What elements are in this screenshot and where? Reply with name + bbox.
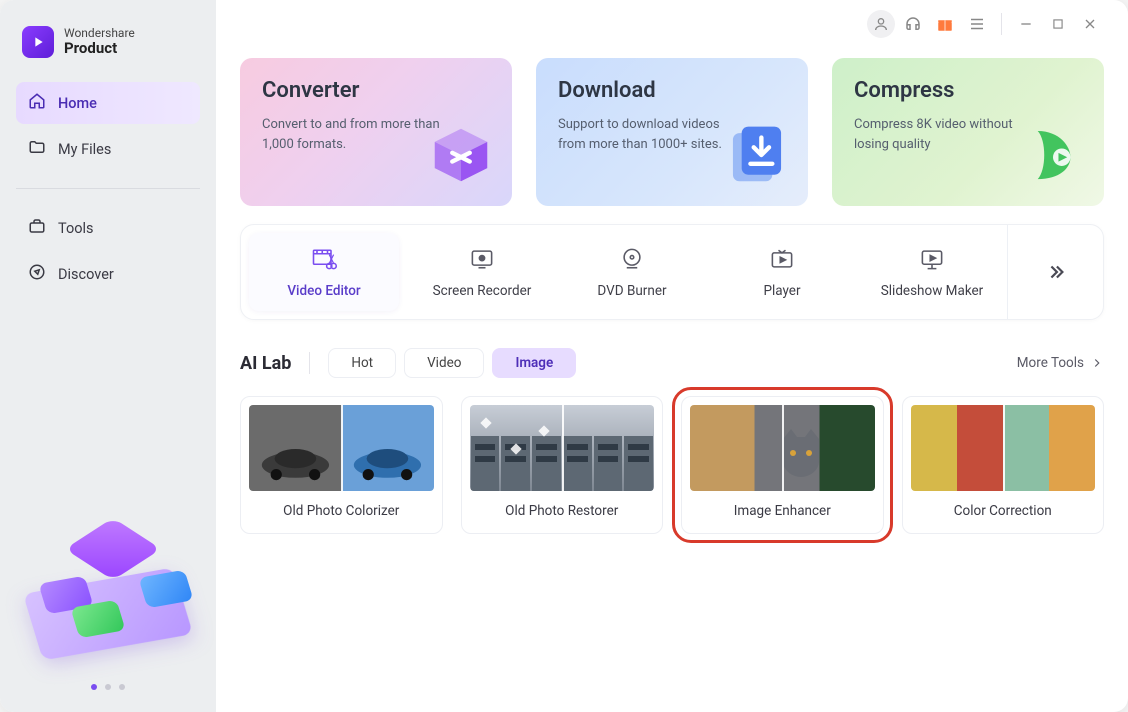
card-old-photo-restorer[interactable]: Old Photo Restorer: [461, 396, 664, 534]
menu-icon[interactable]: [963, 10, 991, 38]
card-thumb: [690, 405, 875, 491]
topbar-divider: [1001, 13, 1002, 35]
more-tools-label: More Tools: [1017, 355, 1084, 371]
converter-icon: [426, 120, 496, 194]
brand-logo-icon: [22, 26, 54, 58]
sidebar-nav: Home My Files Tools Discover: [16, 82, 200, 295]
card-label: Old Photo Restorer: [462, 491, 663, 533]
sidebar-item-tools[interactable]: Tools: [16, 207, 200, 249]
pager-dot[interactable]: [119, 684, 125, 690]
topbar: [240, 0, 1104, 48]
sidebar-pager[interactable]: [16, 684, 200, 690]
promo-title: Download: [558, 78, 786, 103]
brand-text: Wondershare Product: [64, 27, 135, 57]
card-color-correction[interactable]: Color Correction: [902, 396, 1105, 534]
main-content: Converter Convert to and from more than …: [216, 0, 1128, 712]
ailab-divider: [309, 352, 310, 374]
tool-dvd-burner[interactable]: DVD Burner: [557, 225, 707, 319]
promo-title: Converter: [262, 78, 490, 103]
maximize-button[interactable]: [1044, 10, 1072, 38]
sidebar-divider: [16, 188, 200, 189]
folder-icon: [28, 138, 46, 160]
sidebar-illustration: [16, 478, 200, 678]
tool-player[interactable]: Player: [707, 225, 857, 319]
sidebar-item-discover[interactable]: Discover: [16, 253, 200, 295]
card-image-enhancer[interactable]: Image Enhancer: [681, 396, 884, 534]
tool-label: Screen Recorder: [433, 283, 532, 299]
ailab-cards: Old Photo Colorizer Old Photo Restorer I…: [240, 396, 1104, 534]
card-label: Old Photo Colorizer: [241, 491, 442, 533]
more-tools-link[interactable]: More Tools: [1017, 355, 1104, 371]
sidebar-item-home[interactable]: Home: [16, 82, 200, 124]
promo-row: Converter Convert to and from more than …: [240, 58, 1104, 206]
card-thumb: [470, 405, 655, 491]
card-thumb: [911, 405, 1096, 491]
compass-icon: [28, 263, 46, 285]
tool-screen-recorder[interactable]: Screen Recorder: [407, 225, 557, 319]
sidebar-item-myfiles[interactable]: My Files: [16, 128, 200, 170]
ailab-header: AI Lab Hot Video Image More Tools: [240, 348, 1104, 378]
promo-desc: Compress 8K video without losing quality: [854, 115, 1034, 154]
user-icon[interactable]: [867, 10, 895, 38]
support-icon[interactable]: [899, 10, 927, 38]
close-button[interactable]: [1076, 10, 1104, 38]
sidebar-item-label: Home: [58, 95, 97, 112]
promo-converter[interactable]: Converter Convert to and from more than …: [240, 58, 512, 206]
tool-label: DVD Burner: [597, 283, 666, 299]
card-thumb: [249, 405, 434, 491]
tool-label: Player: [763, 283, 800, 299]
sidebar: Wondershare Product Home My Files: [0, 0, 216, 712]
card-label: Color Correction: [903, 491, 1104, 533]
pager-dot[interactable]: [105, 684, 111, 690]
promo-download[interactable]: Download Support to download videos from…: [536, 58, 808, 206]
brand: Wondershare Product: [22, 26, 194, 58]
sidebar-item-label: My Files: [58, 141, 111, 158]
app-window: Wondershare Product Home My Files: [0, 0, 1128, 712]
brand-line2: Product: [64, 40, 135, 57]
toolbox-icon: [28, 217, 46, 239]
tool-label: Video Editor: [287, 283, 360, 299]
promo-desc: Support to download videos from more tha…: [558, 115, 738, 154]
tool-video-editor[interactable]: Video Editor: [249, 233, 399, 311]
sidebar-item-label: Discover: [58, 266, 114, 283]
download-icon: [722, 120, 792, 194]
ailab-tab-video[interactable]: Video: [404, 348, 484, 378]
home-icon: [28, 92, 46, 114]
ailab-tab-image[interactable]: Image: [492, 348, 576, 378]
promo-desc: Convert to and from more than 1,000 form…: [262, 115, 442, 154]
tool-label: Slideshow Maker: [881, 283, 984, 299]
card-label: Image Enhancer: [682, 491, 883, 533]
compress-icon: [1018, 120, 1088, 194]
tool-slideshow-maker[interactable]: Slideshow Maker: [857, 225, 1007, 319]
pager-dot[interactable]: [91, 684, 97, 690]
minimize-button[interactable]: [1012, 10, 1040, 38]
ailab-tab-hot[interactable]: Hot: [328, 348, 396, 378]
tools-row: Video Editor Screen Recorder DVD Burner …: [240, 224, 1104, 320]
promo-compress[interactable]: Compress Compress 8K video without losin…: [832, 58, 1104, 206]
ailab-tabs: Hot Video Image: [328, 348, 576, 378]
card-old-photo-colorizer[interactable]: Old Photo Colorizer: [240, 396, 443, 534]
gift-icon[interactable]: [931, 10, 959, 38]
chevron-right-icon: [1090, 356, 1104, 370]
sidebar-item-label: Tools: [58, 220, 94, 237]
tools-more-button[interactable]: [1007, 225, 1103, 319]
ailab-title: AI Lab: [240, 353, 291, 374]
promo-title: Compress: [854, 78, 1082, 103]
